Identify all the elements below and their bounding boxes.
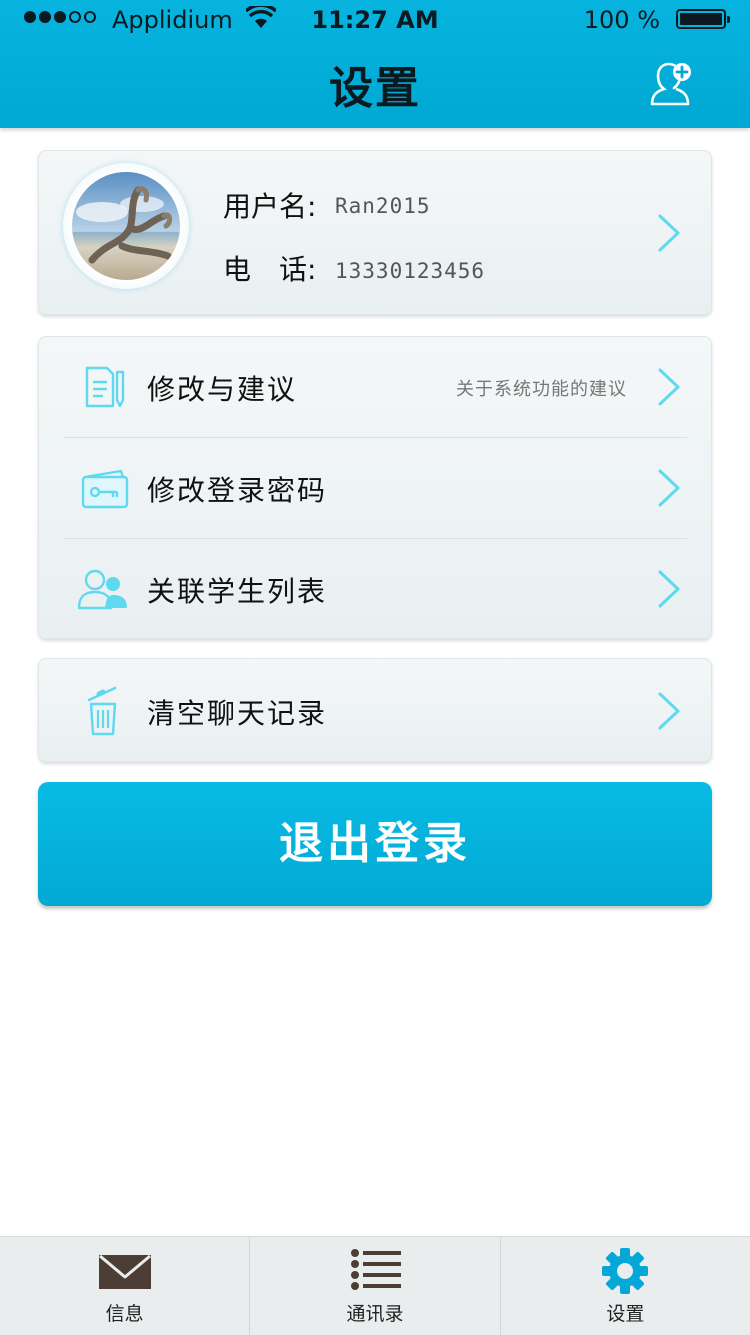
chevron-right-icon (658, 214, 680, 252)
username-value: Ran2015 (335, 194, 431, 218)
profile-card[interactable]: 用户名: Ran2015 电 话: 13330123456 (38, 150, 712, 315)
battery-icon (676, 9, 730, 29)
list-icon (350, 1249, 401, 1290)
gear-icon (602, 1248, 649, 1294)
document-edit-icon (85, 366, 125, 408)
tab-settings[interactable]: 设置 (501, 1237, 750, 1335)
chevron-right-icon (658, 692, 680, 730)
status-bar: Applidium 11:27 AM 100 % (0, 0, 750, 40)
avatar-frame (63, 163, 189, 289)
tab-label: 通讯录 (346, 1303, 404, 1325)
clear-chat-history[interactable]: 清空聊天记录 (38, 658, 712, 762)
avatar (72, 172, 180, 280)
page-title: 设置 (329, 63, 421, 114)
phone-label: 电 话: (223, 253, 317, 286)
menu-item-clear-history[interactable]: 清空聊天记录 (39, 661, 711, 761)
tab-contacts[interactable]: 通讯录 (250, 1237, 501, 1335)
menu-item-label: 清空聊天记录 (147, 697, 328, 730)
phone-value: 13330123456 (335, 259, 486, 283)
logout-button[interactable]: 退出登录 (38, 782, 712, 906)
tab-messages[interactable]: 信息 (0, 1237, 251, 1335)
add-contact-icon[interactable] (646, 60, 694, 108)
menu-item-label: 修改与建议 (147, 373, 298, 406)
key-card-icon (81, 469, 129, 509)
menu-item-feedback[interactable]: 修改与建议 关于系统功能的建议 (39, 337, 711, 437)
username-label: 用户名: (223, 190, 317, 223)
tab-label: 设置 (606, 1303, 645, 1325)
navigation-bar: Applidium 11:27 AM 100 % 设置 (0, 0, 750, 128)
menu-item-change-password[interactable]: 修改登录密码 (39, 438, 711, 538)
menu-item-linked-students[interactable]: 关联学生列表 (39, 539, 711, 639)
chevron-right-icon (658, 368, 680, 406)
trash-icon (87, 686, 117, 736)
menu-item-label: 关联学生列表 (147, 575, 328, 608)
battery-percentage: 100 % (583, 6, 660, 34)
tab-label: 信息 (105, 1303, 144, 1325)
chevron-right-icon (658, 469, 680, 507)
chevron-right-icon (658, 570, 680, 608)
settings-menu: 修改与建议 关于系统功能的建议 修改登录密码 关联学生列表 (38, 336, 712, 639)
tab-bar: 信息 通讯录 设置 (0, 1236, 750, 1335)
menu-item-hint: 关于系统功能的建议 (456, 379, 627, 400)
mail-icon (98, 1254, 151, 1289)
menu-item-label: 修改登录密码 (147, 474, 328, 507)
users-icon (77, 569, 127, 610)
